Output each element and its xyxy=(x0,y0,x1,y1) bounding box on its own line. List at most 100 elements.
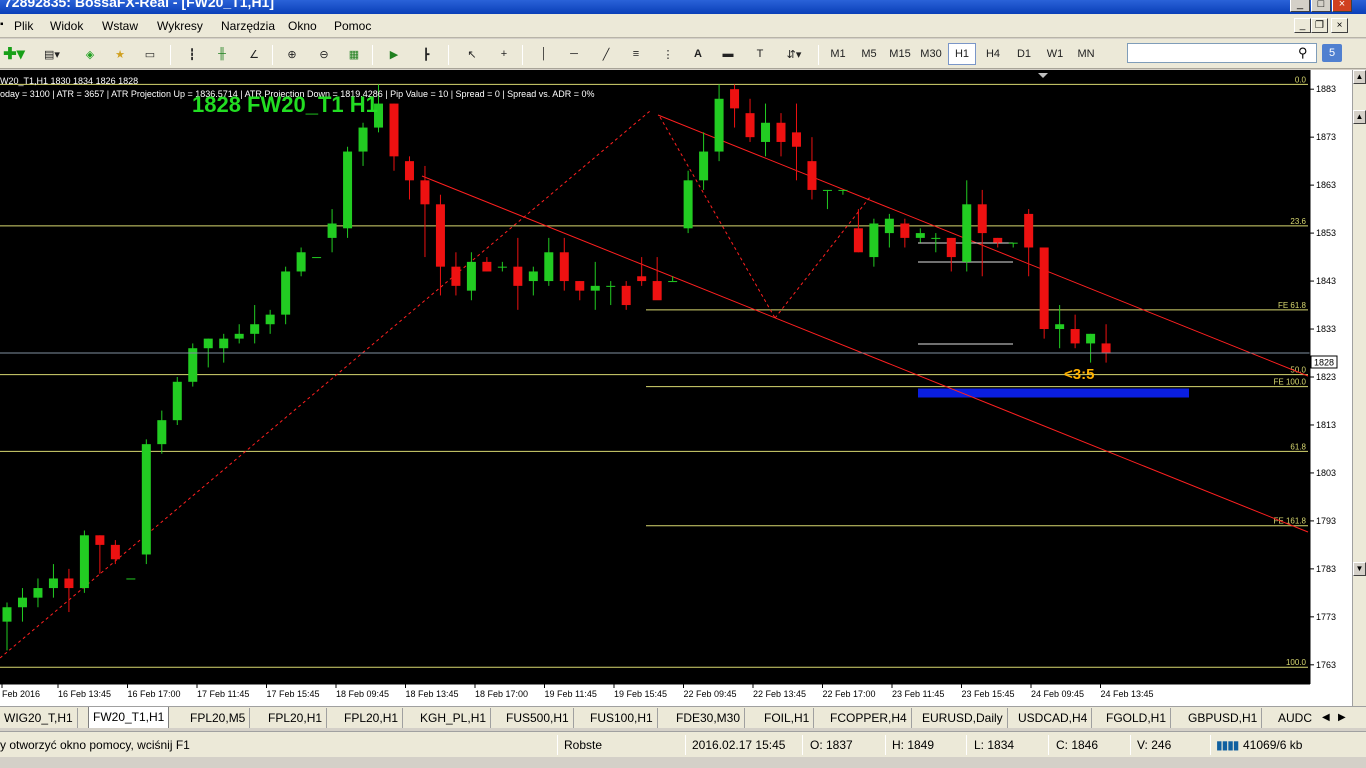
candle-body[interactable] xyxy=(172,381,182,421)
candle-body[interactable] xyxy=(652,281,662,301)
candle-body[interactable] xyxy=(993,237,1003,243)
candle-body[interactable] xyxy=(17,597,27,608)
candle-body[interactable] xyxy=(327,223,337,238)
candle-body[interactable] xyxy=(219,338,229,349)
candle-body[interactable] xyxy=(1024,213,1034,248)
child-restore-button[interactable]: ❐ xyxy=(1311,18,1328,33)
candle-body[interactable] xyxy=(95,535,105,545)
candle-body[interactable] xyxy=(110,544,120,560)
timeframe-mn[interactable]: MN xyxy=(1072,43,1100,65)
candle-body[interactable] xyxy=(1070,329,1080,344)
candle-body[interactable] xyxy=(203,338,213,349)
price-chart[interactable]: 0.023.6FE 61.850.0FE 100.061.8FE 161.810… xyxy=(0,70,1352,706)
candle-body[interactable] xyxy=(869,223,879,258)
timeframe-m1[interactable]: M1 xyxy=(824,43,852,65)
zoom-in-icon[interactable]: ⊕ xyxy=(280,43,304,65)
candle-body[interactable] xyxy=(745,113,755,138)
timeframe-m15[interactable]: M15 xyxy=(886,43,914,65)
vertical-scrollbar[interactable]: ▲ ▲ ▼ xyxy=(1352,70,1366,706)
child-close-button[interactable]: × xyxy=(1331,18,1348,33)
candle-body[interactable] xyxy=(900,223,910,238)
scroll-up-icon[interactable]: ▲ xyxy=(1353,70,1366,84)
timeframe-h4[interactable]: H4 xyxy=(979,43,1007,65)
candle-body[interactable] xyxy=(435,204,445,267)
maximize-button[interactable]: □ xyxy=(1311,0,1331,12)
candle-body[interactable] xyxy=(931,237,941,239)
candle-body[interactable] xyxy=(343,151,353,229)
auto-scroll-icon[interactable]: ▶ xyxy=(382,43,406,65)
candle-body[interactable] xyxy=(528,271,538,282)
tab-fde30-m30[interactable]: FDE30,M30 xyxy=(672,708,746,728)
candle-body[interactable] xyxy=(575,281,585,291)
menu-plik[interactable]: Plik xyxy=(14,19,33,33)
menu-okno[interactable]: Okno xyxy=(288,19,317,33)
candle-body[interactable] xyxy=(853,228,863,253)
tab-fpl20-m5[interactable]: FPL20,M5 xyxy=(186,708,251,728)
crosshair-icon[interactable]: + xyxy=(492,43,516,65)
child-minimize-button[interactable]: _ xyxy=(1294,18,1311,33)
tab-usdcad-h4[interactable]: USDCAD,H4 xyxy=(1014,708,1093,728)
candle-body[interactable] xyxy=(312,257,322,259)
menu-widok[interactable]: Widok xyxy=(50,19,83,33)
tab-fus100-h1[interactable]: FUS100,H1 xyxy=(586,708,658,728)
vertical-line-icon[interactable]: │ xyxy=(532,43,556,65)
horizontal-line-icon[interactable]: ─ xyxy=(562,43,586,65)
tab-gbpusd-h1[interactable]: GBPUSD,H1 xyxy=(1184,708,1263,728)
candle-body[interactable] xyxy=(1039,247,1049,330)
menu-pomoc[interactable]: Pomoc xyxy=(334,19,371,33)
candlestick-icon[interactable]: ╫ xyxy=(210,43,234,65)
new-chart-icon[interactable]: ✚▾ xyxy=(2,43,26,65)
candle-body[interactable] xyxy=(699,151,709,181)
candle-body[interactable] xyxy=(466,261,476,291)
trendline-icon[interactable]: ╱ xyxy=(594,43,618,65)
candle-body[interactable] xyxy=(389,103,399,157)
candle-body[interactable] xyxy=(482,261,492,272)
tab-fpl20-h1-2[interactable]: FPL20,H1 xyxy=(340,708,404,728)
tab-fw20-t1-h1[interactable]: FW20_T1,H1 xyxy=(88,707,170,728)
tab-scroll-left-icon[interactable]: ◀ xyxy=(1318,708,1334,728)
candle-body[interactable] xyxy=(559,252,569,282)
minimize-button[interactable]: _ xyxy=(1290,0,1310,12)
chart-shift-icon[interactable]: ┣ xyxy=(414,43,438,65)
candle-body[interactable] xyxy=(420,180,430,205)
candle-body[interactable] xyxy=(977,204,987,234)
candle-body[interactable] xyxy=(296,252,306,272)
candle-body[interactable] xyxy=(761,122,771,142)
menu-wstaw[interactable]: Wstaw xyxy=(102,19,138,33)
tab-audc[interactable]: AUDC xyxy=(1274,708,1316,728)
tab-wig20-t-h1[interactable]: WIG20_T,H1 xyxy=(0,708,78,728)
candle-body[interactable] xyxy=(250,324,260,334)
tab-eurusd-daily[interactable]: EURUSD,Daily xyxy=(918,708,1008,728)
candle-body[interactable] xyxy=(730,89,740,109)
line-chart-icon[interactable]: ∠ xyxy=(242,43,266,65)
app-menu-icon[interactable]: ▪ xyxy=(0,19,4,30)
tab-fcopper-h4[interactable]: FCOPPER,H4 xyxy=(826,708,912,728)
candle-body[interactable] xyxy=(668,281,678,283)
navigator-icon[interactable]: ★ xyxy=(108,43,132,65)
help-button[interactable]: 5 xyxy=(1322,44,1342,62)
candle-body[interactable] xyxy=(683,180,693,229)
candle-body[interactable] xyxy=(1008,242,1018,244)
tab-fus500-h1[interactable]: FUS500,H1 xyxy=(502,708,574,728)
tab-fpl20-h1[interactable]: FPL20,H1 xyxy=(264,708,328,728)
text-box-icon[interactable]: T xyxy=(748,43,772,65)
menu-wykresy[interactable]: Wykresy xyxy=(157,19,203,33)
timeframe-h1[interactable]: H1 xyxy=(948,43,976,65)
arrows-icon[interactable]: ⇵▾ xyxy=(782,43,806,65)
terminal-icon[interactable]: ▭ xyxy=(138,43,162,65)
bar-chart-icon[interactable]: ┇ xyxy=(180,43,204,65)
candle-body[interactable] xyxy=(513,266,523,286)
candle-body[interactable] xyxy=(590,285,600,291)
candle-body[interactable] xyxy=(621,285,631,306)
tab-foil-h1[interactable]: FOIL,H1 xyxy=(760,708,815,728)
candle-body[interactable] xyxy=(838,189,848,191)
candle-body[interactable] xyxy=(126,578,136,580)
candle-body[interactable] xyxy=(234,333,244,339)
search-icon[interactable]: ⚲ xyxy=(1298,45,1308,61)
candle-body[interactable] xyxy=(48,578,58,589)
candle-body[interactable] xyxy=(404,161,414,181)
tab-fgold-h1[interactable]: FGOLD,H1 xyxy=(1102,708,1172,728)
candle-body[interactable] xyxy=(791,132,801,147)
candle-body[interactable] xyxy=(79,535,89,589)
timeframe-d1[interactable]: D1 xyxy=(1010,43,1038,65)
